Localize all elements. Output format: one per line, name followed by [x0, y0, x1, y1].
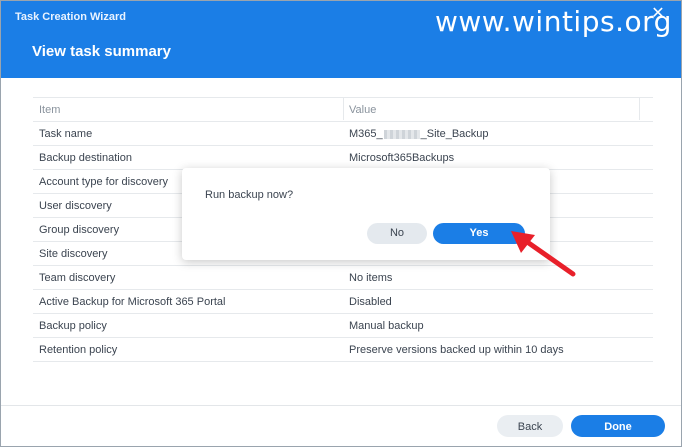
dialog-message: Run backup now?	[205, 189, 294, 201]
row-label: Backup destination	[39, 152, 132, 164]
table-row: Active Backup for Microsoft 365 Portal D…	[33, 290, 653, 314]
wizard-window: Task Creation Wizard View task summary w…	[0, 0, 682, 447]
watermark: www.wintips.org	[435, 5, 672, 38]
row-value: Manual backup	[349, 320, 424, 332]
row-value: Preserve versions backed up within 10 da…	[349, 344, 564, 356]
table-row: Task name M365_ _Site_Backup	[33, 122, 653, 146]
redacted-text	[383, 129, 420, 139]
column-divider	[639, 98, 640, 120]
row-label: Backup policy	[39, 320, 107, 332]
row-label: Site discovery	[39, 248, 108, 260]
row-label: Active Backup for Microsoft 365 Portal	[39, 296, 226, 308]
value-suffix: _Site_Backup	[420, 128, 489, 140]
row-value: No items	[349, 272, 393, 284]
no-button[interactable]: No	[367, 223, 427, 244]
table-header-row: Item Value	[33, 97, 653, 122]
row-label: User discovery	[39, 200, 112, 212]
row-label: Retention policy	[39, 344, 118, 356]
value-prefix: M365_	[349, 128, 383, 140]
row-value: M365_ _Site_Backup	[349, 128, 489, 140]
red-arrow-icon	[511, 231, 576, 277]
table-row: Backup policy Manual backup	[33, 314, 653, 338]
row-value: Disabled	[349, 296, 392, 308]
back-button[interactable]: Back	[497, 415, 563, 437]
table-row: Retention policy Preserve versions backe…	[33, 338, 653, 362]
column-header-value: Value	[349, 104, 377, 116]
page-title: View task summary	[32, 43, 171, 60]
done-button[interactable]: Done	[571, 415, 665, 437]
table-row: Backup destination Microsoft365Backups	[33, 146, 653, 170]
row-label: Team discovery	[39, 272, 116, 284]
row-value: Microsoft365Backups	[349, 152, 455, 164]
confirm-dialog: Run backup now? No Yes	[182, 168, 550, 260]
row-label: Group discovery	[39, 224, 120, 236]
row-label: Task name	[39, 128, 93, 140]
column-divider	[343, 98, 344, 120]
wizard-header: Task Creation Wizard View task summary w…	[1, 1, 681, 78]
close-icon[interactable]: ✕	[649, 5, 667, 23]
row-label: Account type for discovery	[39, 176, 169, 188]
window-title: Task Creation Wizard	[15, 11, 126, 23]
column-header-item: Item	[39, 104, 61, 116]
